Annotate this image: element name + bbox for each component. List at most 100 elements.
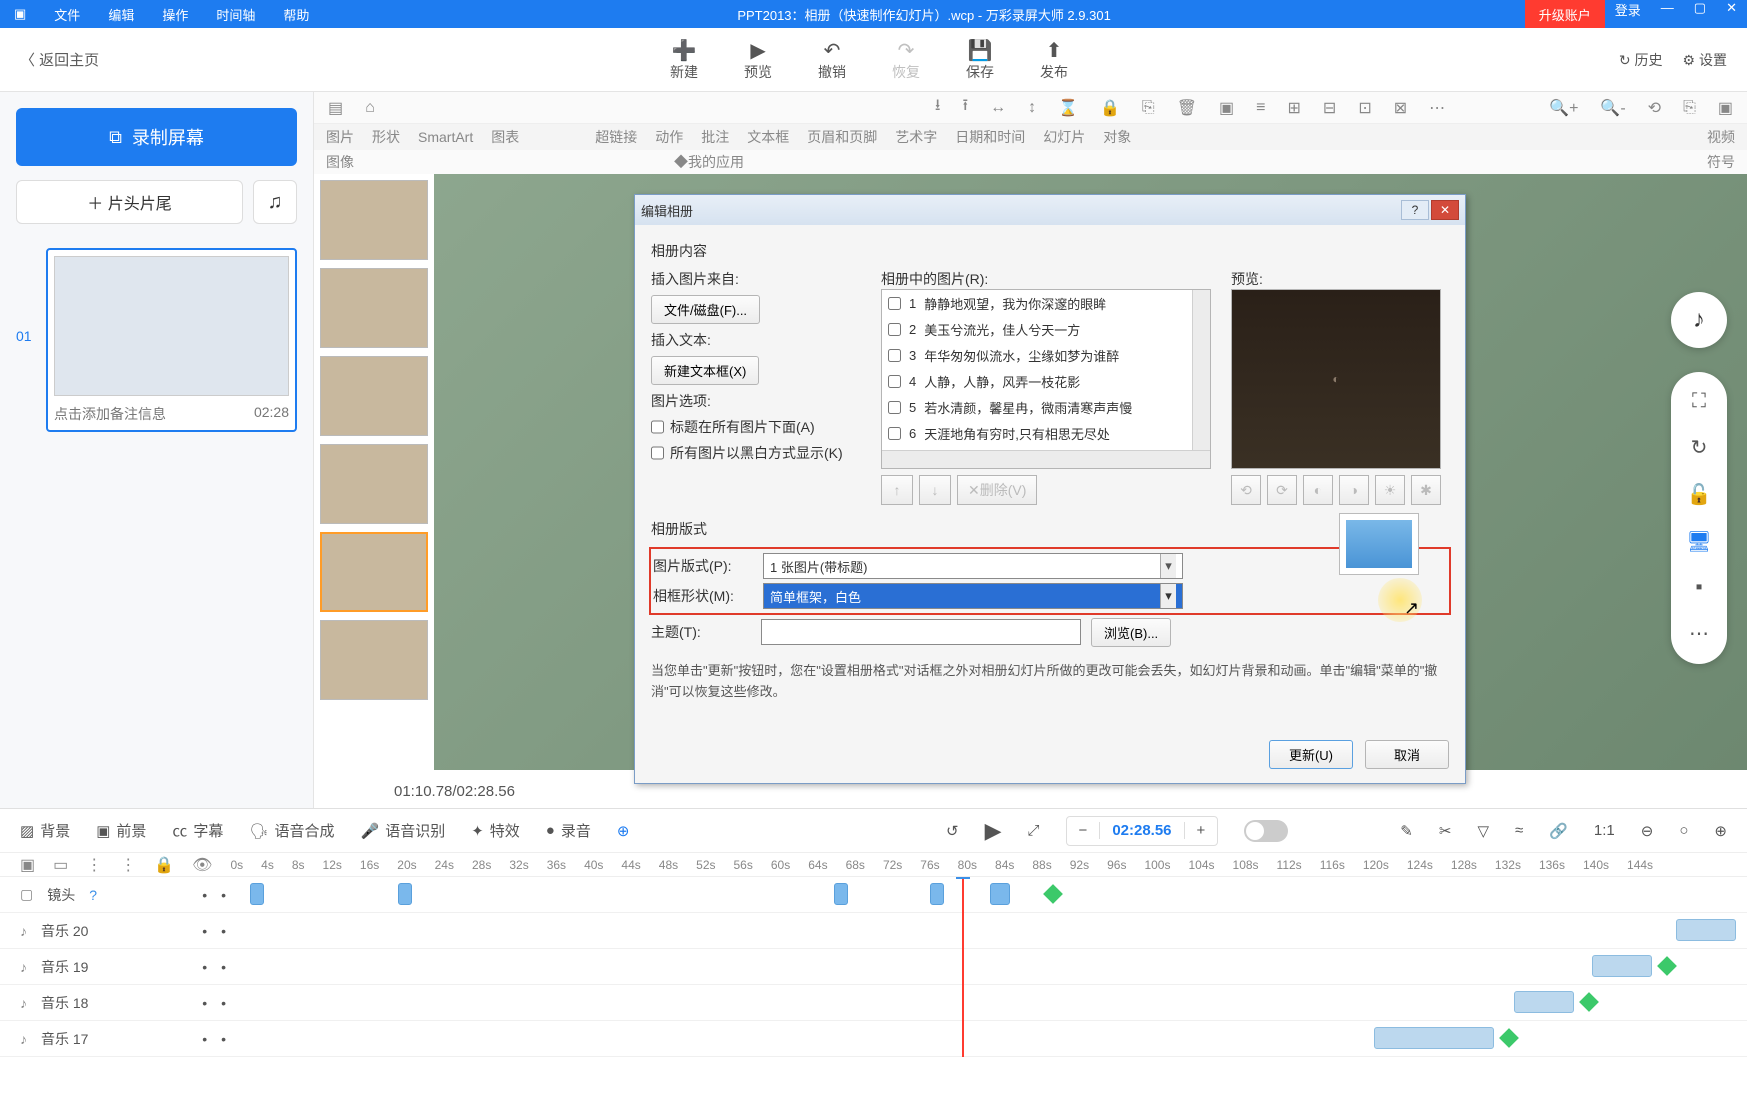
save-button[interactable]: 💾保存 [966, 38, 994, 82]
scrollbar-horizontal[interactable] [882, 450, 1210, 468]
tab-foreground[interactable]: ▣ 前景 [96, 820, 146, 841]
record-screen-button[interactable]: ⧉录制屏幕 [16, 108, 297, 166]
close-icon[interactable]: ✕ [1716, 0, 1747, 28]
head-tail-button[interactable]: ＋ 片头片尾 [16, 180, 243, 224]
monitor-icon[interactable]: 🖥 [1686, 529, 1711, 554]
time-minus[interactable]: − [1067, 822, 1101, 839]
slide-thumb[interactable] [320, 268, 428, 348]
menu-action[interactable]: 操作 [148, 5, 202, 24]
settings-button[interactable]: ⚙ 设置 [1683, 50, 1727, 70]
track-lane[interactable] [246, 985, 1747, 1020]
tab-effects[interactable]: ✦ 特效 [471, 820, 520, 841]
zoom-in-icon[interactable]: ⊕ [1714, 822, 1727, 840]
toggle-switch[interactable] [1244, 820, 1288, 842]
menu-timeline[interactable]: 时间轴 [202, 5, 269, 24]
scrollbar-vertical[interactable] [1192, 290, 1210, 450]
folder-icon[interactable]: ▭ [53, 855, 68, 875]
ribbon-group-symbol: 符号 [1707, 152, 1735, 172]
theme-input[interactable] [761, 619, 1081, 645]
unlock-icon[interactable]: 🔓 [1687, 482, 1712, 507]
filter-icon[interactable]: ▽ [1477, 822, 1489, 840]
track-lane[interactable] [246, 877, 1747, 912]
slide-thumb[interactable] [320, 356, 428, 436]
list-item: 6天涯地角有穷时,只有相思无尽处 [882, 420, 1210, 446]
clip-card[interactable]: 点击添加备注信息 02:28 [46, 248, 297, 432]
redo-button: ↷恢复 [892, 38, 920, 82]
zoom-out-icon[interactable]: ⊖ [1641, 822, 1654, 840]
timecode: 01:10.78/02:28.56 [394, 783, 515, 800]
clip-note[interactable]: 点击添加备注信息 [54, 404, 166, 424]
slide-thumb[interactable] [320, 444, 428, 524]
update-button[interactable]: 更新(U) [1269, 740, 1353, 769]
new-button[interactable]: ➕新建 [670, 38, 698, 82]
more-icon[interactable]: ⊕ [617, 822, 630, 840]
browse-button[interactable]: 浏览(B)... [1091, 618, 1171, 647]
menu-help[interactable]: 帮助 [269, 5, 323, 24]
device-icon[interactable]: ▪ [1695, 576, 1702, 599]
music-fab[interactable]: ♪ [1671, 292, 1727, 348]
rotate-icon[interactable]: ↻ [1691, 435, 1708, 460]
minimize-icon[interactable]: — [1651, 0, 1684, 28]
pic-layout-combo[interactable]: 1 张图片(带标题)▾ [763, 553, 1183, 579]
publish-button[interactable]: ⬆发布 [1040, 38, 1068, 82]
zoom-out-icon[interactable]: 🔍- [1600, 98, 1625, 118]
cancel-button[interactable]: 取消 [1365, 740, 1449, 769]
dialog-title: 编辑相册 [641, 201, 693, 220]
upgrade-button[interactable]: 升级账户 [1525, 0, 1605, 28]
undo-button[interactable]: ↶撤销 [818, 38, 846, 82]
clip-thumbnail [54, 256, 289, 396]
zoom-in-icon[interactable]: 🔍+ [1549, 98, 1578, 118]
tab-subtitle[interactable]: ㏄ 字幕 [172, 820, 223, 841]
zoom-slider[interactable]: ○ [1679, 822, 1688, 839]
slide-thumb[interactable] [320, 620, 428, 700]
tab-tts[interactable]: 🗣 语音合成 [249, 820, 334, 841]
tab-background[interactable]: ▨ 背景 [20, 820, 70, 841]
tool-icon[interactable]: ▤ [328, 98, 343, 118]
track-lane[interactable] [246, 949, 1747, 984]
time-stepper: − 02:28.56 + [1066, 816, 1219, 846]
track-lane[interactable] [246, 1021, 1747, 1056]
home-icon[interactable]: ⌂ [365, 99, 375, 117]
preview-button[interactable]: ▶预览 [744, 38, 772, 82]
ratio-icon[interactable]: 1:1 [1594, 822, 1615, 839]
menu-edit[interactable]: 编辑 [94, 5, 148, 24]
menu-file[interactable]: 文件 [40, 5, 94, 24]
replay-icon[interactable]: ↺ [946, 822, 959, 840]
maximize-icon[interactable]: ▢ [1684, 0, 1716, 28]
help-icon[interactable]: ? [1401, 200, 1429, 220]
login-button[interactable]: 登录 [1605, 0, 1651, 28]
tab-asr[interactable]: 🎤 语音识别 [361, 820, 446, 841]
music-button[interactable]: ♫ [253, 180, 297, 224]
eye-icon[interactable]: 👁 [192, 855, 212, 875]
pic-options-label: 图片选项: [651, 391, 861, 411]
slide-thumb[interactable] [320, 180, 428, 260]
frame-shape-combo[interactable]: 简单框架，白色▾ [763, 583, 1183, 609]
fullscreen-icon[interactable]: ⛶ [1692, 390, 1706, 413]
expand-icon[interactable]: ⤢ [1028, 822, 1040, 839]
preview-label: 预览: [1231, 269, 1441, 289]
slide-thumb[interactable] [320, 532, 428, 612]
track-lane[interactable] [246, 913, 1747, 948]
link-icon[interactable]: 🔗 [1549, 822, 1568, 840]
play-icon[interactable]: ▶ [985, 818, 1002, 844]
my-apps[interactable]: ◆我的应用 [674, 152, 744, 172]
close-icon[interactable]: ✕ [1431, 200, 1459, 220]
slide-list[interactable] [314, 174, 434, 770]
file-disk-button[interactable]: 文件/磁盘(F)... [651, 295, 760, 324]
time-plus[interactable]: + [1185, 822, 1218, 839]
album-list[interactable]: 1静静地观望，我为你深邃的眼眸 2美玉兮流光，佳人兮天一方 3年华匆匆似流水，尘… [881, 289, 1211, 469]
new-textbox-button[interactable]: 新建文本框(X) [651, 356, 759, 385]
history-button[interactable]: ↻ 历史 [1619, 50, 1663, 70]
add-track-icon[interactable]: ▣ [20, 855, 35, 875]
edit-icon[interactable]: ✎ [1400, 822, 1413, 840]
caption-checkbox[interactable]: 标题在所有图片下面(A) [651, 417, 861, 437]
help-icon[interactable]: ? [89, 887, 97, 903]
adjust-icon[interactable]: ≈ [1515, 822, 1523, 839]
lock-icon[interactable]: 🔒 [154, 855, 174, 875]
more-icon[interactable]: ⋯ [1689, 621, 1709, 646]
time-ruler[interactable]: 0s4s8s12s16s20s24s28s32s36s40s44s48s52s5… [230, 858, 1727, 872]
tab-record-audio[interactable]: ● 录音 [546, 820, 591, 841]
back-home[interactable]: 〈 返回主页 [0, 49, 119, 70]
bw-checkbox[interactable]: 所有图片以黑白方式显示(K) [651, 443, 861, 463]
split-icon[interactable]: ✂ [1439, 822, 1452, 840]
